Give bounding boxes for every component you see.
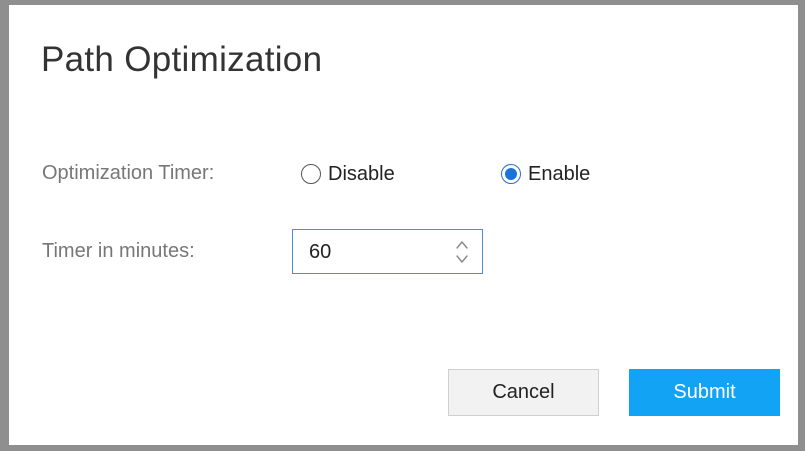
timer-minutes-input[interactable]: 60 <box>292 229 483 274</box>
timer-minutes-value[interactable]: 60 <box>309 240 331 264</box>
radio-dot <box>505 168 517 180</box>
dialog-frame-bottom <box>0 445 805 451</box>
enable-radio[interactable]: Enable <box>501 161 590 187</box>
dialog-frame-right <box>798 0 805 451</box>
timer-minutes-label: Timer in minutes: <box>42 240 195 262</box>
dialog-title: Path Optimization <box>41 40 323 79</box>
enable-radio-label[interactable]: Enable <box>528 162 590 186</box>
radio-checked-icon[interactable] <box>501 164 521 184</box>
disable-radio-label[interactable]: Disable <box>328 162 395 186</box>
dialog-frame-top <box>0 0 805 5</box>
disable-radio[interactable]: Disable <box>301 161 395 187</box>
up-down-chevron-icon[interactable] <box>454 237 470 267</box>
dialog-frame-left <box>0 0 9 445</box>
radio-unchecked-icon[interactable] <box>301 164 321 184</box>
path-optimization-dialog: Path Optimization Optimization Timer: Di… <box>0 0 805 451</box>
cancel-button[interactable]: Cancel <box>448 369 599 416</box>
submit-button[interactable]: Submit <box>629 369 780 416</box>
optimization-timer-label: Optimization Timer: <box>42 162 215 184</box>
